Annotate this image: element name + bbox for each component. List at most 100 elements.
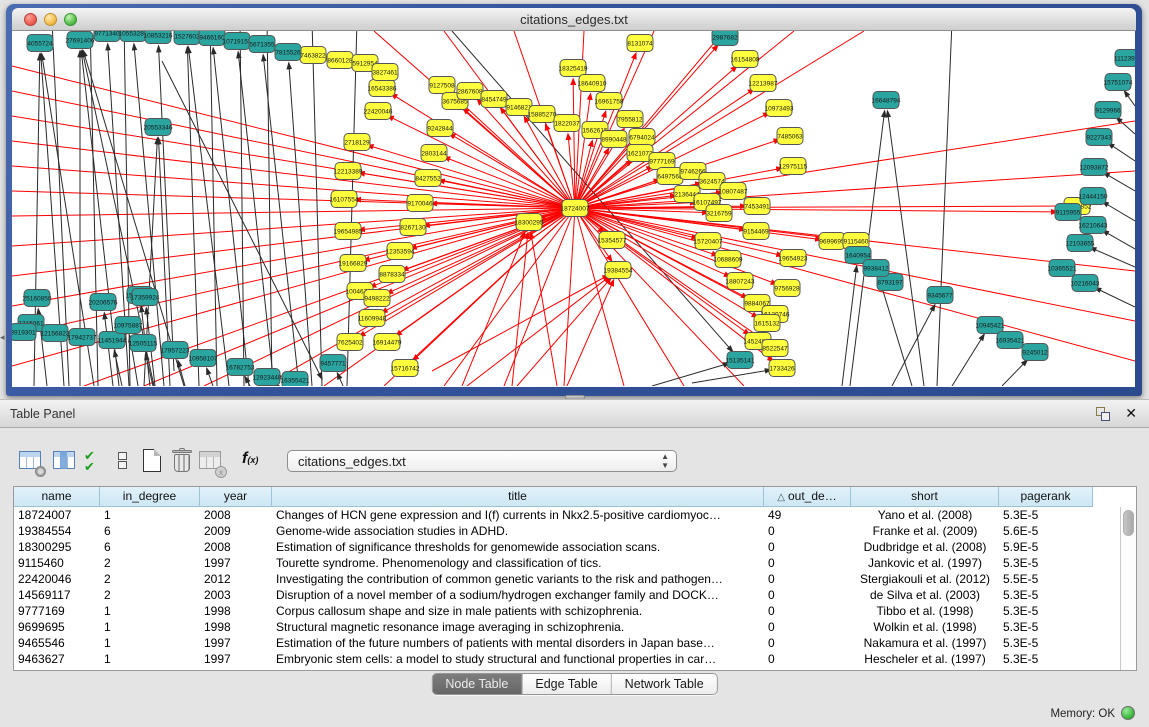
graph-node[interactable]: 19384554 bbox=[604, 262, 633, 279]
graph-node[interactable]: 9457771 bbox=[320, 355, 346, 372]
graph-node[interactable]: 12213987 bbox=[749, 75, 778, 92]
graph-edge-red[interactable] bbox=[449, 134, 575, 208]
table-cell[interactable]: 5.3E-5 bbox=[999, 507, 1093, 523]
table-cell[interactable]: 2012 bbox=[200, 571, 272, 587]
column-header-out_de[interactable]: △out_de… bbox=[764, 487, 851, 507]
table-cell[interactable]: 1997 bbox=[200, 635, 272, 651]
table-row[interactable]: 1830029562008Estimation of significance … bbox=[14, 539, 1120, 555]
graph-node[interactable]: 22420046 bbox=[364, 103, 393, 120]
graph-edge-black[interactable] bbox=[312, 31, 322, 386]
table-cell[interactable]: 18300295 bbox=[14, 539, 100, 555]
graph-node[interactable]: 9115955 bbox=[1055, 204, 1081, 221]
panel-collapse-arrow-icon[interactable]: ◂ bbox=[0, 333, 5, 342]
graph-node[interactable]: 4055724 bbox=[27, 35, 53, 52]
graph-node[interactable]: 20206576 bbox=[89, 294, 118, 311]
graph-node[interactable]: 12103655 bbox=[1066, 235, 1095, 252]
graph-node[interactable]: 16935421 bbox=[996, 332, 1025, 349]
table-row[interactable]: 969969511998Structural magnetic resonanc… bbox=[14, 619, 1120, 635]
graph-node[interactable]: 8427552 bbox=[415, 170, 441, 187]
column-header-in_degree[interactable]: in_degree bbox=[100, 487, 200, 507]
table-cell[interactable]: 1997 bbox=[200, 555, 272, 571]
graph-node[interactable]: 15751074 bbox=[1104, 74, 1133, 91]
graph-node[interactable]: 7815526 bbox=[275, 44, 301, 61]
table-cell[interactable]: 18724007 bbox=[14, 507, 100, 523]
table-cell[interactable]: Structural magnetic resonance image aver… bbox=[272, 619, 764, 635]
column-header-short[interactable]: short bbox=[851, 487, 999, 507]
graph-node[interactable]: 2718129 bbox=[344, 134, 370, 151]
graph-node[interactable]: 16210643 bbox=[1079, 217, 1108, 234]
table-cell[interactable]: Tourette syndrome. Phenomenology and cla… bbox=[272, 555, 764, 571]
graph-node[interactable]: 9170046 bbox=[407, 195, 433, 212]
table-row[interactable]: 1456911722003Disruption of a novel membe… bbox=[14, 587, 1120, 603]
table-cell[interactable]: Wolkin et al. (1998) bbox=[851, 619, 999, 635]
graph-node[interactable]: 7453491 bbox=[744, 198, 770, 215]
graph-node[interactable]: 3216759 bbox=[706, 205, 732, 222]
graph-node[interactable]: 19654985 bbox=[334, 223, 363, 240]
table-cell[interactable]: de Silva et al. (2003) bbox=[851, 587, 999, 603]
graph-edge-red[interactable] bbox=[575, 208, 1135, 361]
graph-edge-red[interactable] bbox=[517, 278, 611, 386]
graph-edge-red[interactable] bbox=[432, 275, 608, 371]
graph-node[interactable]: 11451944 bbox=[98, 332, 127, 349]
select-all-button[interactable]: ✔ ✔ bbox=[84, 450, 110, 476]
graph-edge-black[interactable] bbox=[952, 334, 984, 386]
graph-node[interactable]: 9154469 bbox=[743, 223, 769, 240]
graph-node[interactable]: 18640910 bbox=[578, 75, 607, 92]
graph-node[interactable]: 10973493 bbox=[765, 100, 794, 117]
graph-edge-red[interactable] bbox=[467, 277, 609, 386]
graph-node[interactable]: 10807487 bbox=[719, 183, 748, 200]
graph-node[interactable]: 18807243 bbox=[726, 273, 755, 290]
graph-edge-black[interactable] bbox=[937, 31, 952, 386]
table-cell[interactable]: 5.5E-5 bbox=[999, 571, 1093, 587]
close-panel-icon[interactable]: ✕ bbox=[1125, 405, 1137, 421]
graph-edge-black[interactable] bbox=[187, 47, 199, 386]
create-column-button[interactable] bbox=[140, 448, 166, 474]
graph-node[interactable]: 12353594 bbox=[386, 243, 415, 260]
table-cell[interactable]: 9463627 bbox=[14, 651, 100, 667]
graph-node[interactable]: 8131074 bbox=[627, 35, 653, 52]
table-cell[interactable]: 2 bbox=[100, 571, 200, 587]
table-cell[interactable]: Changes of HCN gene expression and I(f) … bbox=[272, 507, 764, 523]
graph-edge-red[interactable] bbox=[564, 208, 575, 386]
graph-node[interactable]: 10365521 bbox=[1048, 260, 1077, 277]
graph-edge-black[interactable] bbox=[1095, 288, 1135, 307]
graph-node[interactable]: 16914479 bbox=[373, 334, 402, 351]
graph-node[interactable]: 9777169 bbox=[649, 153, 675, 170]
table-row[interactable]: 946362711997Embryonic stem cells: a mode… bbox=[14, 651, 1120, 667]
table-row[interactable]: 1938455462009Genome-wide association stu… bbox=[14, 523, 1120, 539]
graph-node[interactable]: 9227343 bbox=[1086, 129, 1112, 146]
table-cell[interactable]: Dudbridge et al. (2008) bbox=[851, 539, 999, 555]
table-cell[interactable]: 0 bbox=[764, 539, 851, 555]
graph-node[interactable]: 2803144 bbox=[421, 145, 447, 162]
table-cell[interactable]: 0 bbox=[764, 603, 851, 619]
table-cell[interactable]: Disruption of a novel member of a sodium… bbox=[272, 587, 764, 603]
graph-edge-red[interactable] bbox=[575, 31, 794, 208]
graph-node[interactable]: 3919301 bbox=[12, 324, 36, 341]
tab-edge-table[interactable]: Edge Table bbox=[521, 674, 610, 694]
graph-node[interactable]: 16107554 bbox=[330, 191, 359, 208]
graph-edge-red[interactable] bbox=[567, 280, 614, 386]
table-cell[interactable]: 2 bbox=[100, 555, 200, 571]
graph-edge-red[interactable] bbox=[512, 233, 528, 386]
graph-node[interactable]: 9245012 bbox=[1022, 344, 1048, 361]
graph-node[interactable]: 9771340 bbox=[94, 31, 120, 42]
graph-edge-black[interactable] bbox=[887, 111, 924, 386]
graph-node[interactable]: 12923448 bbox=[253, 369, 282, 386]
graph-node[interactable]: 7485063 bbox=[777, 128, 803, 145]
table-cell[interactable]: Hescheler et al. (1997) bbox=[851, 651, 999, 667]
graph-edge-red[interactable] bbox=[575, 208, 684, 386]
table-cell[interactable]: 6 bbox=[100, 523, 200, 539]
column-header-pagerank[interactable]: pagerank bbox=[999, 487, 1093, 507]
table-cell[interactable]: 5.6E-5 bbox=[999, 523, 1093, 539]
graph-edge-black[interactable] bbox=[1102, 202, 1135, 221]
table-cell[interactable]: Tibbo et al. (1998) bbox=[851, 603, 999, 619]
graph-node[interactable]: 8267130 bbox=[400, 219, 426, 236]
memory-status-indicator[interactable] bbox=[1121, 706, 1135, 720]
citation-network-graph[interactable]: 18724007 16543386 22420046 2718129 12213… bbox=[12, 31, 1135, 386]
table-cell[interactable]: 9465546 bbox=[14, 635, 100, 651]
table-cell[interactable]: 0 bbox=[764, 635, 851, 651]
column-header-year[interactable]: year bbox=[200, 487, 272, 507]
graph-edge-black[interactable] bbox=[1108, 143, 1135, 161]
graph-node[interactable]: 17957223 bbox=[161, 342, 190, 359]
table-cell[interactable]: 0 bbox=[764, 571, 851, 587]
